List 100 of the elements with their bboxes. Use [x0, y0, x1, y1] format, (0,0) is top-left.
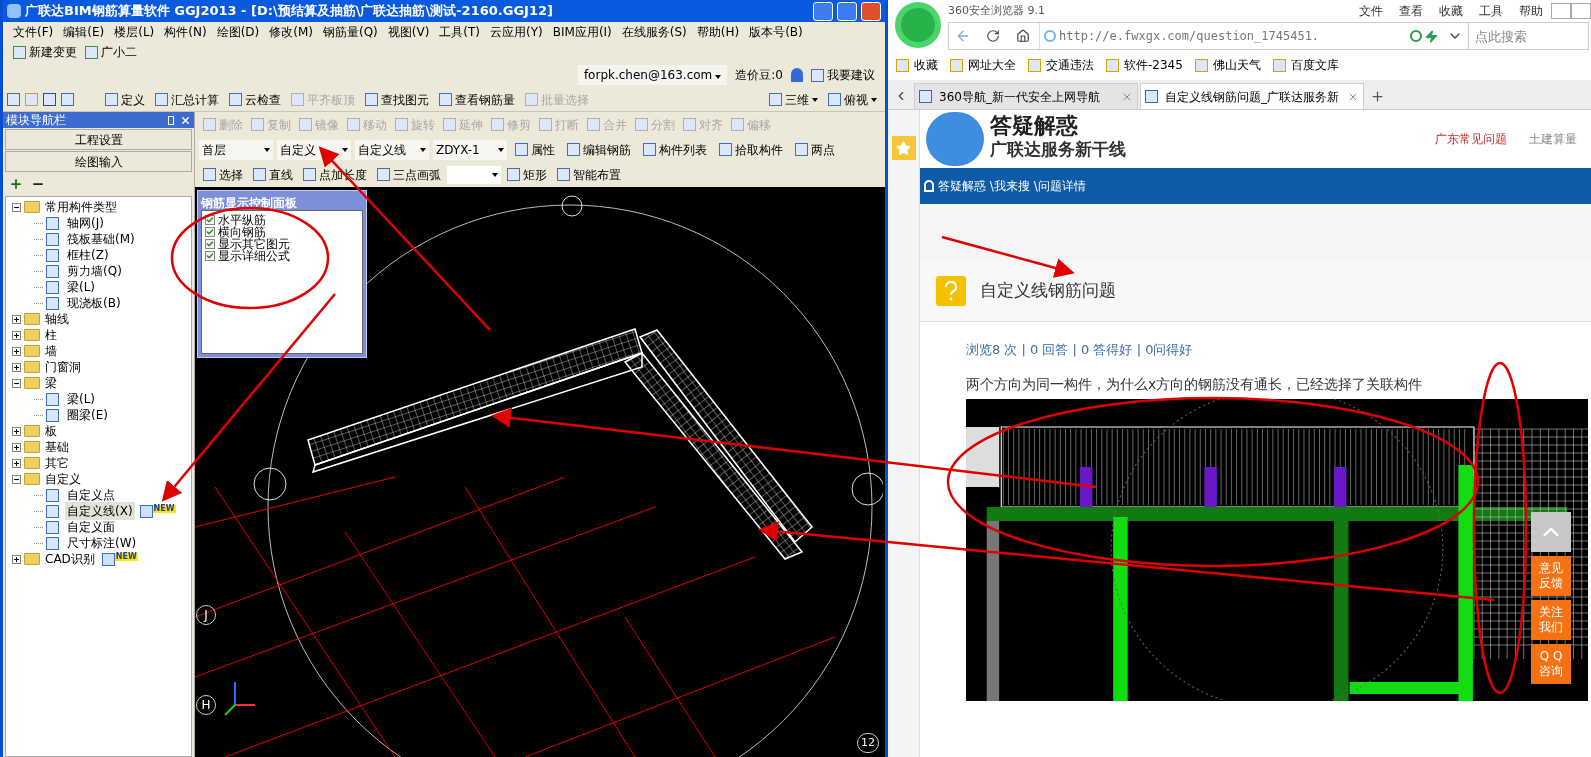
toolbar-button[interactable]: 属性: [511, 139, 559, 160]
toolbar-button[interactable]: 云检查: [225, 89, 285, 110]
nav-link[interactable]: 土建算量: [1521, 130, 1585, 148]
checkbox[interactable]: [205, 227, 215, 237]
quick-button[interactable]: 广小二: [85, 43, 137, 61]
tree-item[interactable]: 筏板基础(M): [65, 230, 137, 248]
tree-item[interactable]: 尺寸标注(W): [65, 534, 139, 552]
tree-item[interactable]: 圈梁(E): [65, 406, 110, 424]
selector-dropdown[interactable]: 首层: [199, 139, 273, 160]
toolbar-button[interactable]: 定义: [101, 89, 149, 110]
bookmark-item[interactable]: 软件-2345: [1106, 56, 1183, 74]
tree-item[interactable]: 梁(L): [65, 278, 98, 296]
close-icon[interactable]: [180, 114, 191, 126]
nav-link[interactable]: 广东常见问题: [1427, 130, 1515, 148]
selector-dropdown[interactable]: ZDYX-1: [433, 139, 507, 160]
toolbar-button[interactable]: 三点画弧: [373, 164, 445, 185]
search-field[interactable]: 点此搜索: [1468, 23, 1588, 49]
toolbar-button[interactable]: 查看钢筋量: [435, 89, 519, 110]
toolbar-button[interactable]: 拾取构件: [715, 139, 787, 160]
tree-item[interactable]: 柱: [43, 326, 59, 344]
browser-tab[interactable]: 自定义线钢筋问题_广联达服务新: [1140, 83, 1364, 109]
menu-item[interactable]: 文件: [1351, 2, 1391, 20]
quick-button[interactable]: 新建变更: [13, 43, 77, 61]
bookmark-item[interactable]: 收藏: [896, 56, 938, 74]
collapse-icon[interactable]: [12, 202, 21, 212]
menu-item[interactable]: 修改(M): [269, 23, 313, 41]
bookmark-item[interactable]: 交通违法: [1028, 56, 1094, 74]
menu-item[interactable]: 钢筋量(Q): [322, 23, 378, 41]
toolbar-button[interactable]: 汇总计算: [151, 89, 223, 110]
browser-tab[interactable]: 360导航_新一代安全上网导航: [914, 83, 1138, 109]
collapse-icon[interactable]: [12, 378, 21, 388]
tree-item[interactable]: 门窗洞: [43, 358, 83, 376]
menu-item[interactable]: 云应用(Y): [490, 23, 543, 41]
expand-icon[interactable]: [12, 330, 21, 340]
menu-item[interactable]: 楼层(L): [114, 23, 155, 41]
tree-item[interactable]: 框柱(Z): [65, 246, 111, 264]
menu-item[interactable]: 构件(N): [164, 23, 207, 41]
menu-item[interactable]: 帮助: [1511, 2, 1551, 20]
menu-item[interactable]: 收藏: [1431, 2, 1471, 20]
expand-icon[interactable]: [12, 362, 21, 372]
tree-item[interactable]: 轴线: [43, 310, 71, 328]
expand-icon[interactable]: [12, 554, 21, 564]
tree-item[interactable]: 自定义: [43, 470, 83, 488]
menu-item[interactable]: 工具: [1471, 2, 1511, 20]
toolbar-button[interactable]: 矩形: [503, 164, 551, 185]
account-dropdown[interactable]: forpk.chen@163.com: [577, 65, 728, 85]
tree-item[interactable]: 基础: [43, 438, 71, 456]
suggest-button[interactable]: 我要建议: [811, 66, 875, 84]
tree-item[interactable]: CAD识别: [43, 550, 97, 568]
close-button[interactable]: [861, 1, 881, 21]
toolbar-button[interactable]: 两点: [791, 139, 839, 160]
view-dropdown[interactable]: 三维: [765, 89, 822, 110]
tree-item[interactable]: 常用构件类型: [43, 198, 119, 216]
bookmark-item[interactable]: 百度文库: [1272, 56, 1339, 74]
expand-icon[interactable]: [12, 314, 21, 324]
checkbox[interactable]: [205, 215, 215, 225]
tree-item[interactable]: 自定义线(X): [65, 502, 135, 520]
selector-dropdown[interactable]: 自定义: [277, 139, 351, 160]
toolbar-button[interactable]: 查找图元: [361, 89, 433, 110]
menu-item[interactable]: 帮助(H): [696, 23, 740, 41]
menu-item[interactable]: BIM应用(I): [552, 23, 612, 41]
menu-item[interactable]: 视图(V): [387, 23, 430, 41]
toolbar-button[interactable]: 构件列表: [639, 139, 711, 160]
expand-icon[interactable]: [12, 442, 21, 452]
menu-item[interactable]: 工具(T): [439, 23, 481, 41]
view-dropdown[interactable]: 俯视: [824, 89, 881, 110]
toolbar-button[interactable]: 选择: [199, 164, 247, 185]
tree-item[interactable]: 轴网(J): [65, 214, 106, 232]
bookmark-item[interactable]: 网址大全: [950, 56, 1016, 74]
pin-icon[interactable]: [168, 115, 174, 125]
checkbox[interactable]: [205, 251, 215, 261]
tree-item[interactable]: 自定义点: [65, 486, 117, 504]
menu-item[interactable]: 查看: [1391, 2, 1431, 20]
tree-item[interactable]: 梁(L): [65, 390, 98, 408]
selector-dropdown[interactable]: 自定义线: [355, 139, 429, 160]
nav-button[interactable]: 工程设置: [5, 129, 192, 150]
menu-item[interactable]: 绘图(D): [216, 23, 260, 41]
collapse-icon[interactable]: [12, 474, 21, 484]
address-field[interactable]: http://e.fwxgx.com/question_1745451.: [1039, 23, 1442, 49]
toolbar-button[interactable]: 智能布置: [553, 164, 625, 185]
tree-item[interactable]: 剪力墙(Q): [65, 262, 124, 280]
tree-item[interactable]: 墙: [43, 342, 59, 360]
menu-item[interactable]: 版本号(B): [749, 23, 803, 41]
tree-item[interactable]: 梁: [43, 374, 59, 392]
expand-icon[interactable]: [12, 346, 21, 356]
toolbar-button[interactable]: 编辑钢筋: [563, 139, 635, 160]
tree-item[interactable]: 其它: [43, 454, 71, 472]
menu-item[interactable]: 文件(F): [13, 23, 54, 41]
toolbar-button[interactable]: 直线: [249, 164, 297, 185]
menu-item[interactable]: 在线服务(S): [621, 23, 687, 41]
expand-all-icon[interactable]: [9, 177, 23, 191]
checkbox[interactable]: [205, 239, 215, 249]
menu-item[interactable]: 编辑(E): [63, 23, 105, 41]
tree-item[interactable]: 板: [43, 422, 59, 440]
bookmark-item[interactable]: 佛山天气: [1194, 56, 1261, 74]
tree-item[interactable]: 自定义面: [65, 518, 117, 536]
nav-button[interactable]: 绘图输入: [5, 151, 192, 172]
expand-icon[interactable]: [12, 458, 21, 468]
tree-item[interactable]: 现浇板(B): [65, 294, 123, 312]
expand-icon[interactable]: [12, 426, 21, 436]
